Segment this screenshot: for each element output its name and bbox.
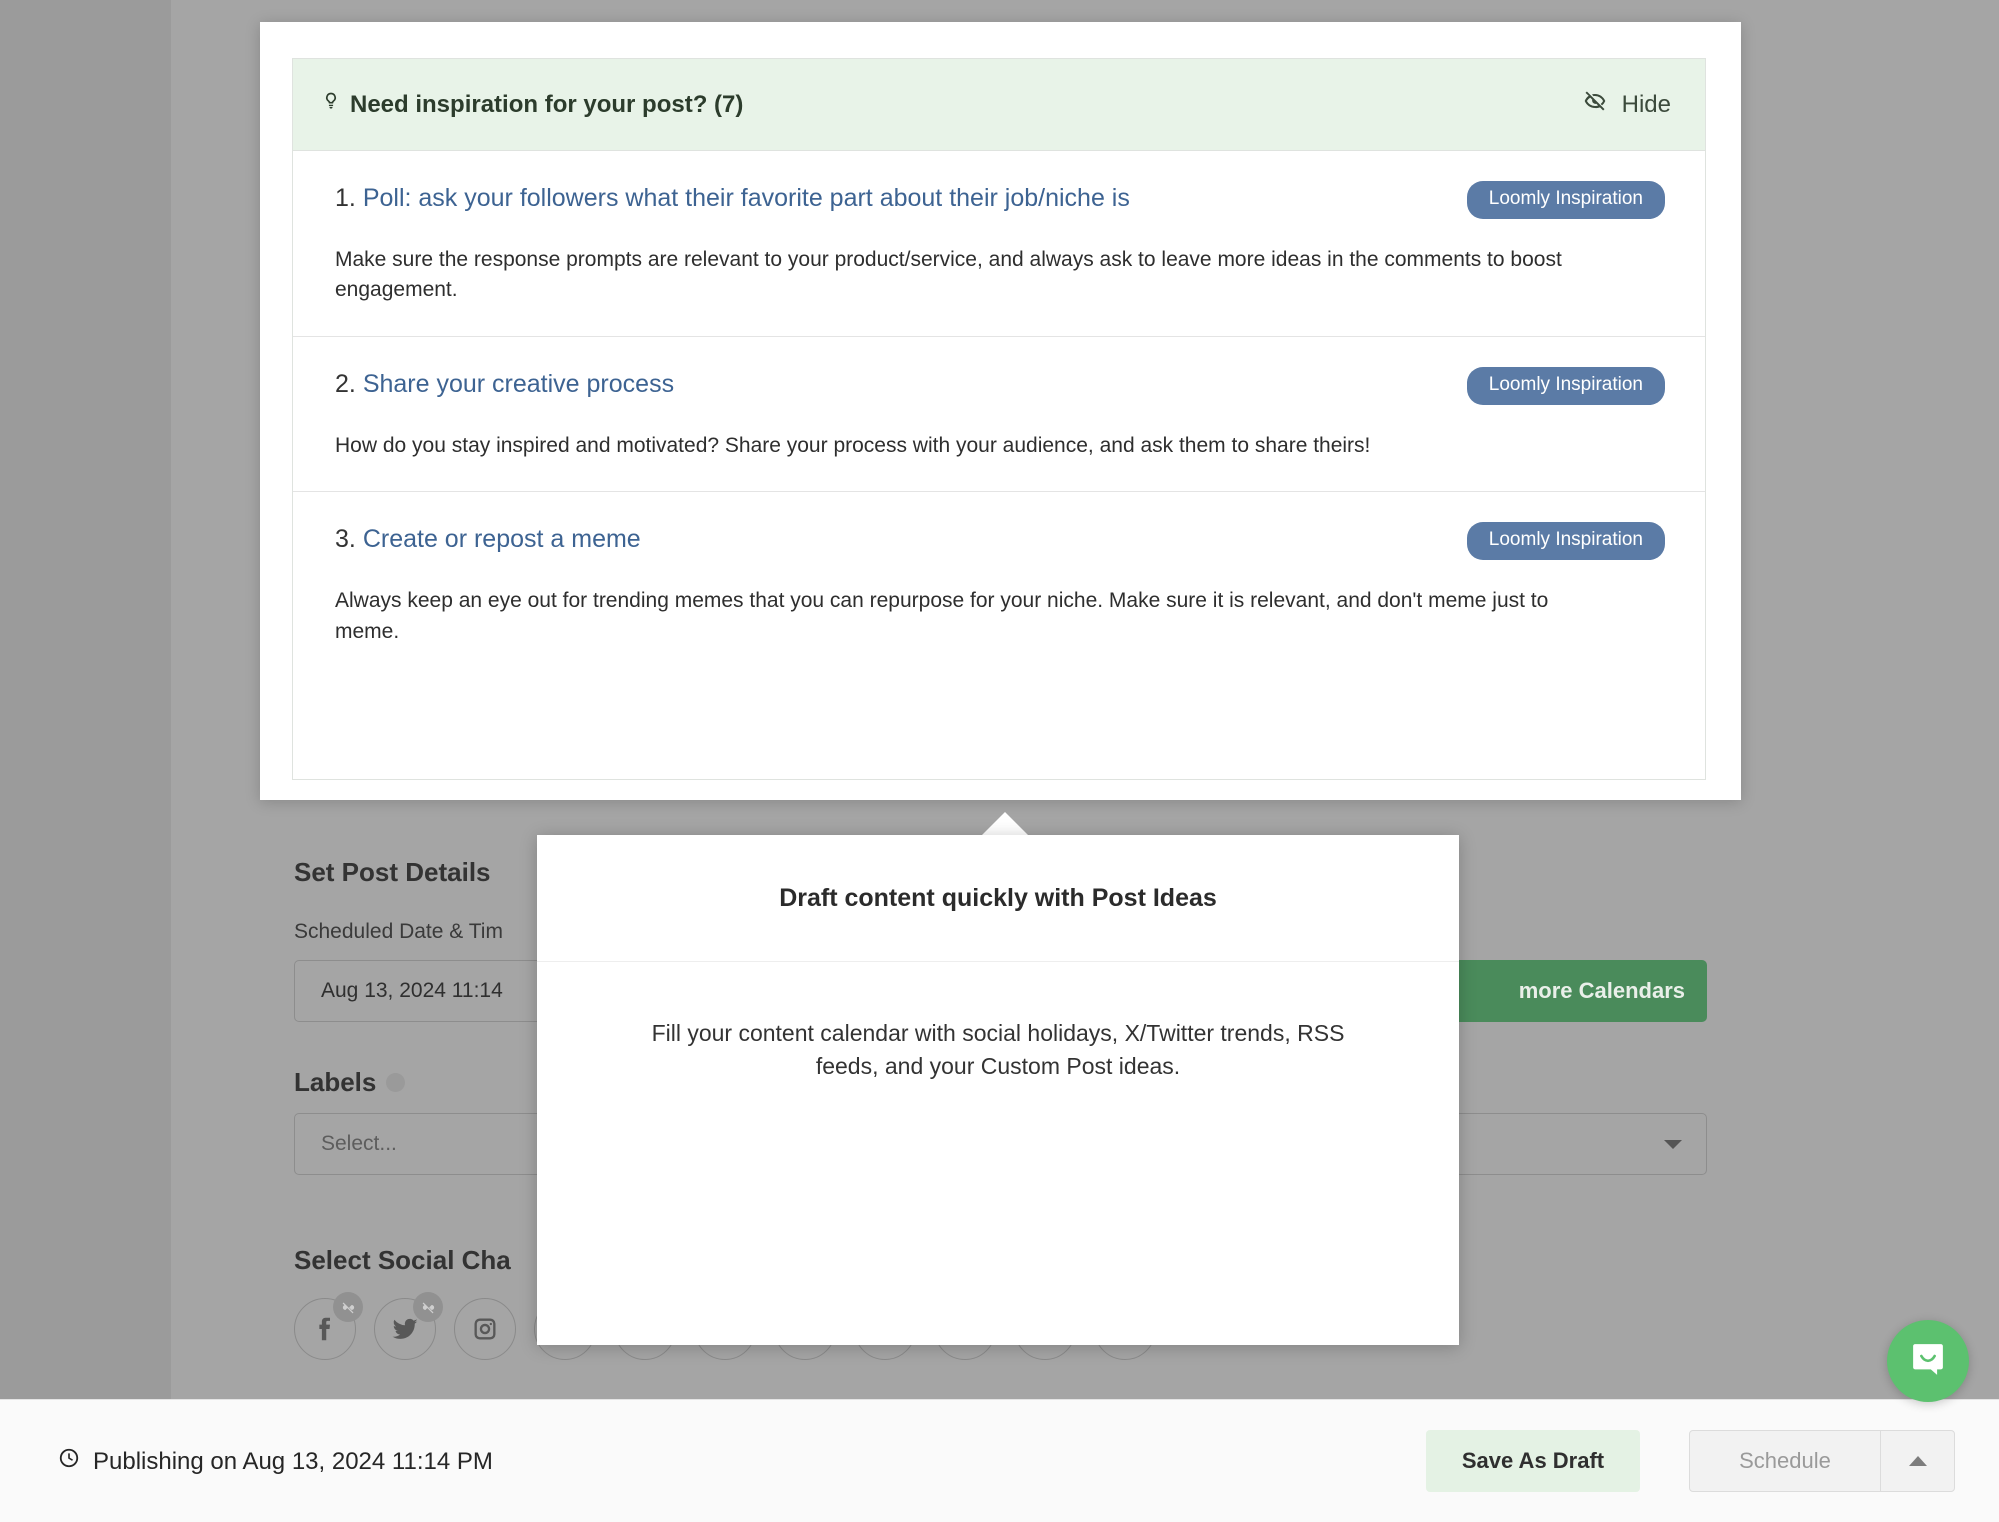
- post-idea-description: Make sure the response prompts are relev…: [335, 248, 1562, 302]
- post-idea-description: Always keep an eye out for trending meme…: [335, 589, 1549, 643]
- chat-launcher-button[interactable]: [1887, 1320, 1969, 1402]
- post-idea-link[interactable]: Poll: ask your followers what their favo…: [363, 184, 1130, 212]
- post-ideas-panel: Need inspiration for your post? (7) Hide…: [292, 58, 1706, 780]
- hide-post-ideas-button[interactable]: Hide: [1580, 89, 1671, 120]
- schedule-button-group: Schedule: [1689, 1430, 1955, 1492]
- more-calendars-button[interactable]: more Calendars: [1447, 960, 1707, 1022]
- post-idea-link[interactable]: Share your creative process: [363, 370, 674, 398]
- chat-bubble-icon: [1907, 1338, 1949, 1385]
- post-idea-header: 1. Poll: ask your followers what their f…: [335, 181, 1665, 219]
- social-chip-facebook[interactable]: [294, 1292, 363, 1360]
- post-idea-number: 3.: [335, 525, 356, 554]
- lightbulb-icon: [321, 88, 341, 121]
- post-idea-item[interactable]: 3. Create or repost a meme Loomly Inspir…: [293, 492, 1705, 677]
- set-post-details-heading: Set Post Details: [294, 857, 491, 887]
- post-idea-title: 3. Create or repost a meme: [335, 526, 641, 554]
- post-idea-item[interactable]: 2. Share your creative process Loomly In…: [293, 337, 1705, 493]
- post-idea-number: 1.: [335, 184, 356, 212]
- select-social-channels-heading: Select Social Cha: [294, 1245, 511, 1275]
- disconnected-icon: [413, 1292, 443, 1322]
- publishing-status: Publishing on Aug 13, 2024 11:14 PM: [58, 1447, 493, 1476]
- post-idea-badge: Loomly Inspiration: [1466, 522, 1665, 561]
- hide-label: Hide: [1621, 90, 1671, 118]
- post-idea-header: 2. Share your creative process Loomly In…: [335, 366, 1665, 405]
- tour-tooltip: Draft content quickly with Post Ideas Fi…: [537, 835, 1459, 1345]
- labels-label: Labels: [294, 1067, 406, 1098]
- post-ideas-highlight-card: Need inspiration for your post? (7) Hide…: [260, 22, 1741, 800]
- post-idea-number: 2.: [335, 369, 356, 398]
- tour-tooltip-body: Fill your content calendar with social h…: [651, 1020, 1345, 1080]
- chevron-down-icon: [1664, 1140, 1682, 1149]
- post-idea-link[interactable]: Create or repost a meme: [363, 525, 641, 554]
- post-ideas-header: Need inspiration for your post? (7) Hide: [293, 59, 1705, 151]
- clock-icon: [58, 1447, 80, 1476]
- tour-tooltip-arrow: [981, 812, 1029, 836]
- tour-tooltip-title: Draft content quickly with Post Ideas: [537, 835, 1459, 962]
- publishing-status-text: Publishing on Aug 13, 2024 11:14 PM: [93, 1447, 493, 1475]
- social-chip-twitter[interactable]: [374, 1292, 443, 1360]
- labels-label-text: Labels: [294, 1067, 377, 1097]
- post-idea-title: 1. Poll: ask your followers what their f…: [335, 184, 1130, 213]
- post-ideas-title-text: Need inspiration for your post? (7): [350, 90, 744, 118]
- schedule-options-button[interactable]: [1880, 1431, 1954, 1491]
- labels-placeholder: Select...: [321, 1132, 397, 1155]
- bottom-action-bar: Publishing on Aug 13, 2024 11:14 PM Save…: [0, 1399, 1999, 1522]
- eye-slash-icon: [1580, 89, 1610, 120]
- help-icon[interactable]: [386, 1073, 406, 1092]
- disconnected-icon: [333, 1292, 363, 1322]
- post-idea-description: How do you stay inspired and motivated? …: [335, 433, 1371, 457]
- post-idea-title: 2. Share your creative process: [335, 369, 674, 399]
- scheduled-date-label: Scheduled Date & Tim: [294, 920, 503, 943]
- post-idea-badge: Loomly Inspiration: [1466, 366, 1665, 405]
- caret-up-icon: [1908, 1456, 1927, 1466]
- scheduled-date-value: Aug 13, 2024 11:14: [321, 979, 503, 1002]
- schedule-button[interactable]: Schedule: [1690, 1431, 1880, 1491]
- post-idea-header: 3. Create or repost a meme Loomly Inspir…: [335, 522, 1665, 561]
- post-ideas-title: Need inspiration for your post? (7): [321, 88, 743, 121]
- more-calendars-label: more Calendars: [1518, 978, 1685, 1003]
- post-idea-item[interactable]: 1. Poll: ask your followers what their f…: [293, 151, 1705, 337]
- save-as-draft-button[interactable]: Save As Draft: [1426, 1430, 1640, 1492]
- post-idea-badge: Loomly Inspiration: [1466, 181, 1665, 219]
- social-chip-instagram[interactable]: [454, 1298, 516, 1360]
